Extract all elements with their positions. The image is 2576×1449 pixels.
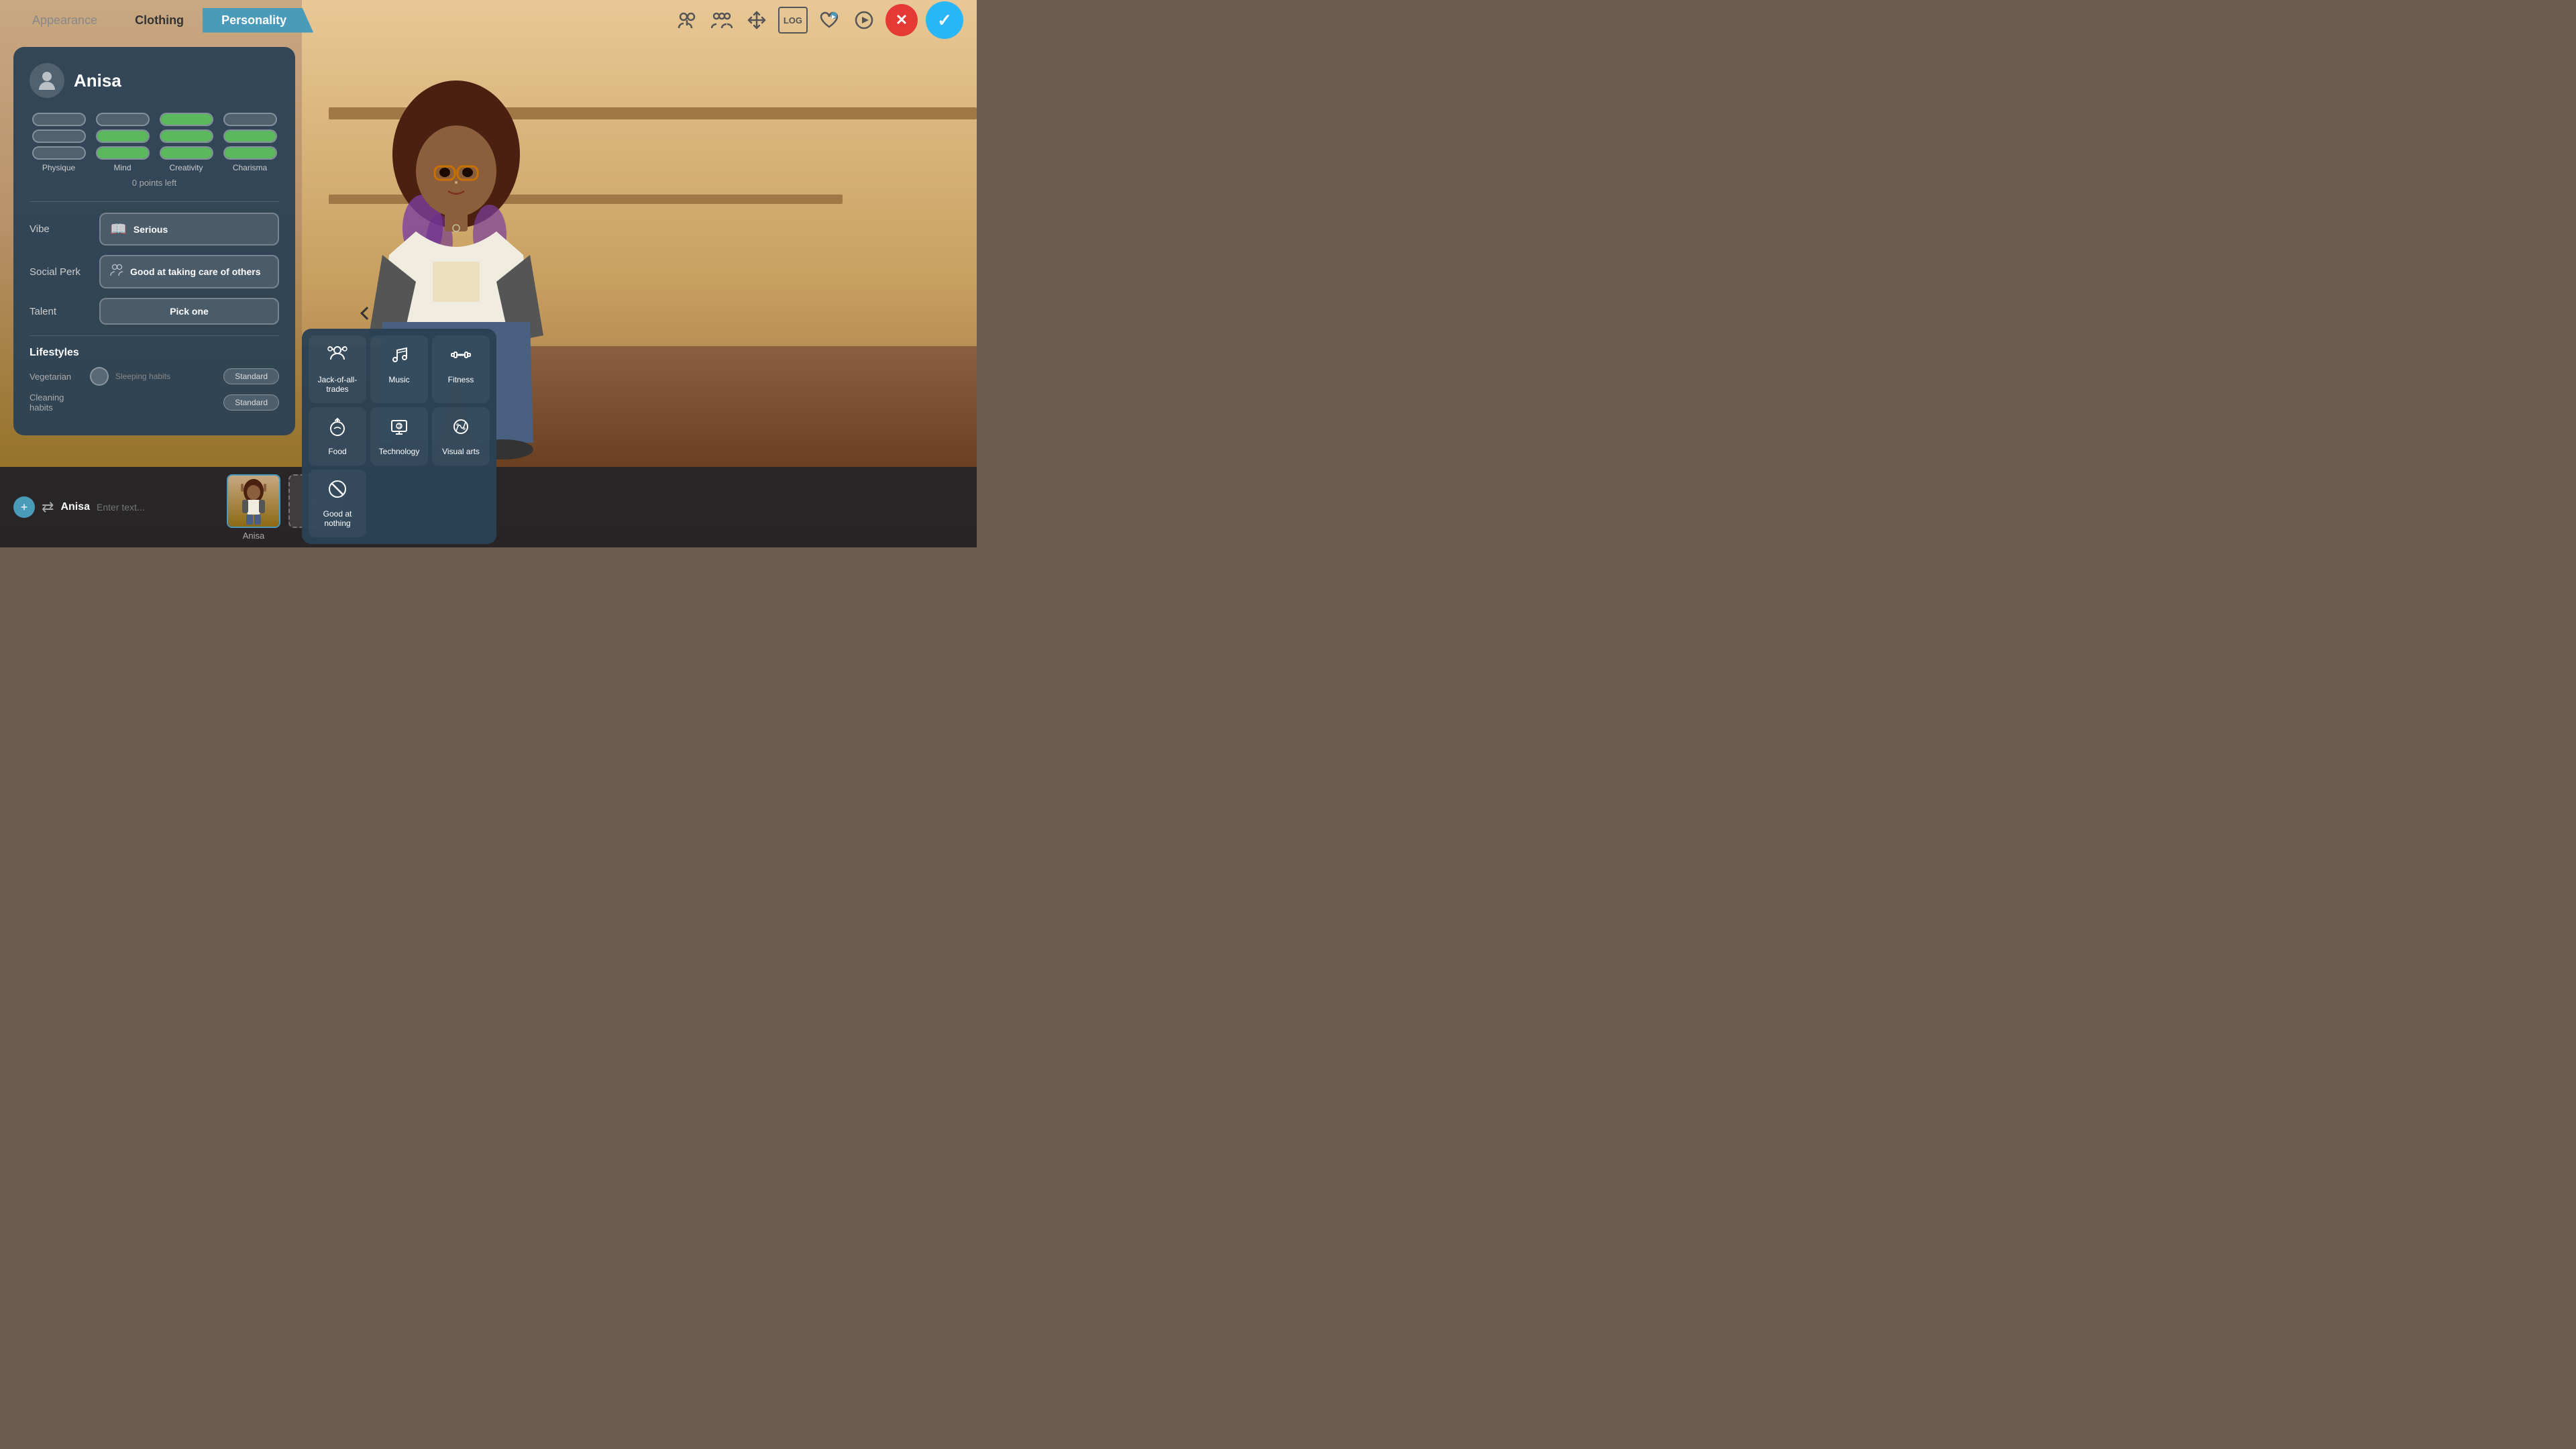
fitness-label: Fitness [448,375,474,384]
vibe-value: Serious [133,224,168,235]
top-navigation: Appearance Clothing Personality [0,0,977,40]
add-chat-button[interactable]: + [13,496,35,518]
talent-technology[interactable]: Technology [370,407,428,466]
nav-icons-group: LOG ▶ ✕ ✓ [674,1,963,39]
stat-physique: Physique [30,113,88,172]
lifestyle-cleaning-row: Cleaning habits Standard [30,392,279,413]
talent-dropdown: Jack-of-all-trades Music Fitness [302,329,496,544]
points-left-label: 0 points left [30,178,279,188]
thumb-inner [228,476,279,527]
lifestyle-vegetarian-row: Vegetarian Sleeping habits Standard [30,367,279,386]
jack-label: Jack-of-all-trades [314,375,361,394]
vegetarian-label: Vegetarian [30,372,83,382]
talent-jack[interactable]: Jack-of-all-trades [309,335,366,403]
charisma-label: Charisma [233,163,267,172]
chat-input[interactable] [97,502,204,513]
mind-label: Mind [113,163,131,172]
talent-music[interactable]: Music [370,335,428,403]
social-perk-label: Social Perk [30,266,90,278]
food-label: Food [328,447,346,456]
sleeping-habits-badge[interactable]: Standard [223,368,279,384]
move-icon[interactable] [743,7,770,34]
relationships-icon[interactable] [674,7,700,34]
talent-fitness[interactable]: Fitness [432,335,490,403]
play-icon[interactable] [851,7,877,34]
jack-icon [327,345,347,370]
mind-bar-2[interactable] [96,129,150,143]
vibe-label: Vibe [30,223,90,235]
divider-2 [30,335,279,336]
tab-appearance[interactable]: Appearance [13,8,116,33]
stat-mind: Mind [93,113,152,172]
chat-character-name: Anisa [60,501,90,513]
vibe-icon: 📖 [110,221,127,237]
cleaning-label: Cleaning habits [30,392,83,413]
mind-bar-1[interactable] [96,113,150,126]
character-header: Anisa [30,63,279,98]
stats-grid: Physique Mind Creativity Charisma [30,113,279,172]
charisma-bar-3[interactable] [223,146,277,160]
fitness-icon [451,345,471,370]
nothing-label: Good at nothing [314,509,361,528]
social-perk-button[interactable]: Good at taking care of others [99,255,279,288]
svg-text:▶: ▶ [831,15,836,19]
talent-label: Talent [30,306,90,317]
lifestyles-title: Lifestyles [30,347,279,359]
character-name-label: Anisa [74,70,121,91]
vegetarian-toggle[interactable] [90,367,109,386]
divider-1 [30,201,279,202]
chat-controls: + ⇄ Anisa [13,496,204,518]
technology-label: Technology [379,447,420,456]
talent-button[interactable]: Pick one [99,298,279,325]
physique-bar-2[interactable] [32,129,86,143]
social-perk-icon [110,263,123,280]
tab-personality[interactable]: Personality [203,8,313,33]
cancel-button[interactable]: ✕ [885,4,918,36]
talent-value: Pick one [170,306,209,317]
mind-bar-3[interactable] [96,146,150,160]
visual-arts-label: Visual arts [442,447,480,456]
shuffle-icon[interactable]: ⇄ [42,498,54,516]
talent-visual-arts[interactable]: Visual arts [432,407,490,466]
heart-icon[interactable]: ▶ [816,7,843,34]
confirm-button[interactable]: ✓ [926,1,963,39]
vibe-button[interactable]: 📖 Serious [99,213,279,246]
cleaning-badge[interactable]: Standard [223,394,279,411]
character-thumb-wrap-anisa: Anisa [227,474,280,541]
social-perk-row: Social Perk Good at taking care of other… [30,255,279,288]
personality-panel: Anisa Physique Mind Creativity [13,47,295,435]
physique-label: Physique [42,163,75,172]
nothing-icon [327,479,347,504]
talent-good-at-nothing[interactable]: Good at nothing [309,470,366,537]
group-icon[interactable] [708,7,735,34]
character-avatar-icon [30,63,64,98]
social-perk-value: Good at taking care of others [130,266,260,277]
music-label: Music [388,375,409,384]
stat-charisma: Charisma [221,113,279,172]
thumb-label-anisa: Anisa [243,531,265,541]
creativity-bar-1[interactable] [160,113,213,126]
sleeping-habits-label: Sleeping habits [115,372,217,381]
charisma-bar-1[interactable] [223,113,277,126]
charisma-bar-2[interactable] [223,129,277,143]
music-icon [389,345,409,370]
talent-food[interactable]: Food [309,407,366,466]
character-thumbnail-anisa[interactable] [227,474,280,528]
visual-arts-icon [451,417,471,441]
physique-bar-1[interactable] [32,113,86,126]
creativity-bar-2[interactable] [160,129,213,143]
food-icon [327,417,347,441]
creativity-label: Creativity [169,163,203,172]
technology-icon [389,417,409,441]
creativity-bar-3[interactable] [160,146,213,160]
physique-bar-3[interactable] [32,146,86,160]
log-button[interactable]: LOG [778,7,808,34]
lifestyles-section: Lifestyles Vegetarian Sleeping habits St… [30,347,279,413]
stat-creativity: Creativity [157,113,215,172]
tab-clothing[interactable]: Clothing [116,8,203,33]
vibe-row: Vibe 📖 Serious [30,213,279,246]
talent-row: Talent Pick one [30,298,279,325]
